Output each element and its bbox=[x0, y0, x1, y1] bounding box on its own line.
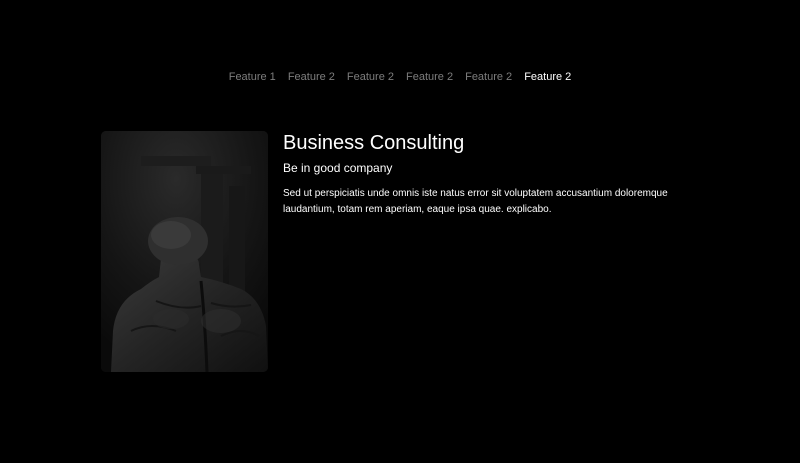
statue-back-photo-icon bbox=[101, 131, 268, 372]
tab-feature-3[interactable]: Feature 2 bbox=[347, 71, 394, 84]
feature-subtitle: Be in good company bbox=[283, 161, 393, 175]
statue-photo bbox=[101, 131, 268, 372]
tab-feature-2[interactable]: Feature 2 bbox=[288, 71, 335, 84]
feature-content: Business Consulting Be in good company S… bbox=[283, 131, 723, 218]
tab-feature-5[interactable]: Feature 2 bbox=[465, 71, 512, 84]
feature-title: Business Consulting bbox=[283, 132, 465, 154]
tab-feature-4[interactable]: Feature 2 bbox=[406, 71, 453, 84]
tab-feature-1[interactable]: Feature 1 bbox=[229, 71, 276, 84]
feature-tabs: Feature 1 Feature 2 Feature 2 Feature 2 … bbox=[0, 71, 800, 84]
tab-feature-6[interactable]: Feature 2 bbox=[524, 71, 571, 84]
feature-description: Sed ut perspiciatis unde omnis iste natu… bbox=[283, 188, 668, 215]
feature-section: Feature 1 Feature 2 Feature 2 Feature 2 … bbox=[0, 0, 800, 463]
